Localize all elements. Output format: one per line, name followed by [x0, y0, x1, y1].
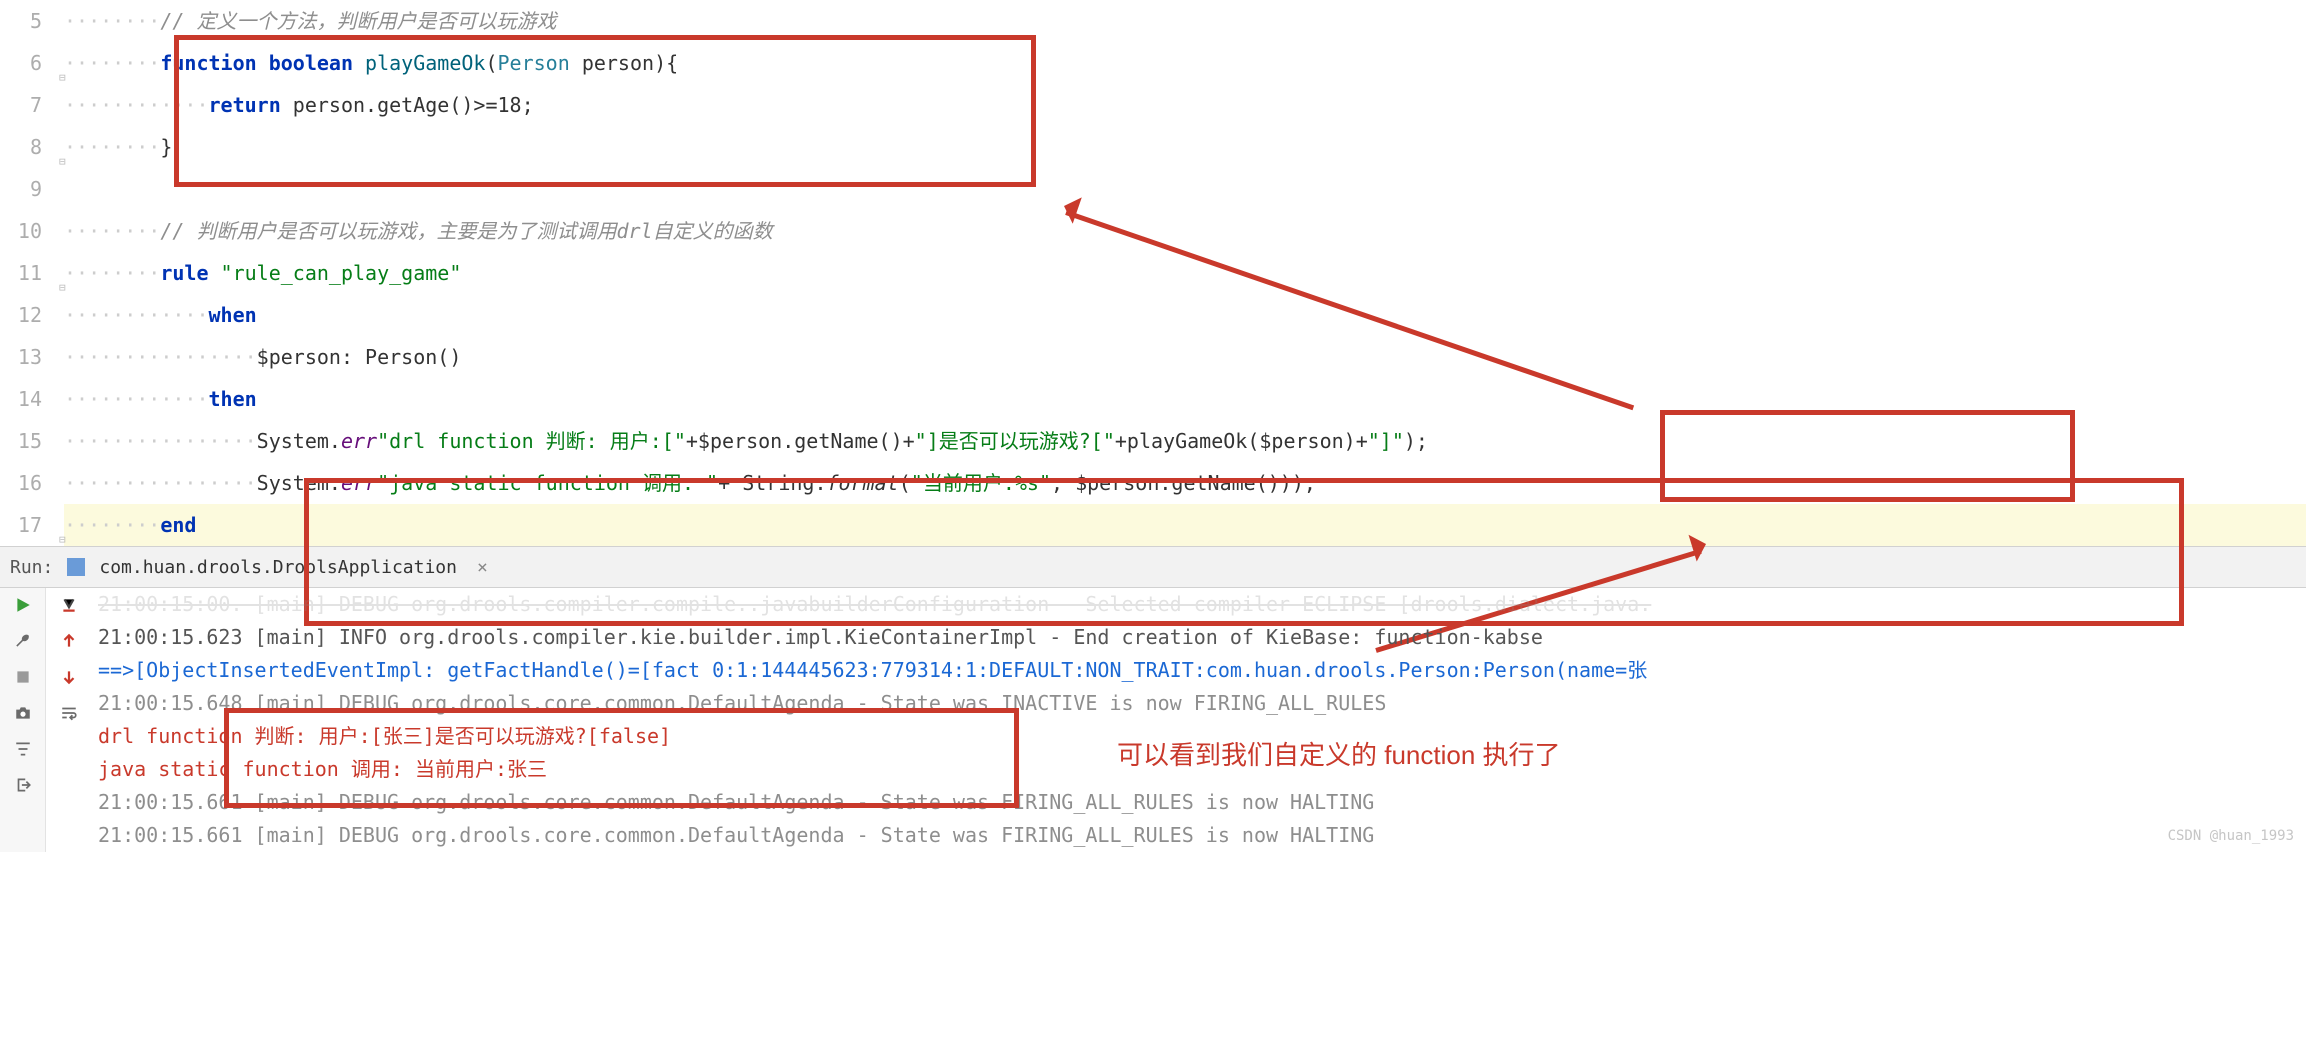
line-7[interactable]: ············return person.getAge()>=18;: [64, 84, 2306, 126]
watermark: CSDN @huan_1993: [2168, 825, 2294, 848]
arrow-down-icon[interactable]: [60, 668, 78, 686]
fold-icon[interactable]: ⊟: [59, 267, 71, 279]
line-gutter: 5 6 7 8 9 10 11 12 13 14 15 16 17: [0, 0, 56, 546]
line-15[interactable]: ················System.err"drl function …: [64, 420, 2306, 462]
annotation-text: 可以看到我们自定义的 function 执行了: [1117, 734, 1561, 777]
line-10[interactable]: ········// 判断用户是否可以玩游戏，主要是为了测试调用drl自定义的函…: [64, 210, 2306, 252]
line-12[interactable]: ············when: [64, 294, 2306, 336]
run-tool-column-2: [46, 588, 92, 852]
console-line: 21:00:15:00. [main] DEBUG org.drools.com…: [98, 588, 2300, 621]
exit-icon[interactable]: [14, 776, 32, 794]
code-editor[interactable]: 5 6 7 8 9 10 11 12 13 14 15 16 17 ······…: [0, 0, 2306, 546]
line-16[interactable]: ················System.err"java static f…: [64, 462, 2306, 504]
arrow-up-icon[interactable]: [60, 632, 78, 650]
line-6[interactable]: ⊟········function boolean playGameOk(Per…: [64, 42, 2306, 84]
line-13[interactable]: ················$person: Person(): [64, 336, 2306, 378]
line-8[interactable]: ⊟········}: [64, 126, 2306, 168]
console-line: 21:00:15.623 [main] INFO org.drools.comp…: [98, 621, 2300, 654]
run-icon[interactable]: [14, 596, 32, 614]
fold-icon[interactable]: ⊟: [59, 141, 71, 153]
stop-icon[interactable]: [14, 668, 32, 686]
line-17[interactable]: ⊟········end: [64, 504, 2306, 546]
line-11[interactable]: ⊟········rule "rule_can_play_game": [64, 252, 2306, 294]
camera-icon[interactable]: [14, 704, 32, 722]
fold-icon[interactable]: ⊟: [59, 519, 71, 531]
line-9[interactable]: [64, 168, 2306, 210]
code-body[interactable]: ········// 定义一个方法，判断用户是否可以玩游戏 ⊟········f…: [56, 0, 2306, 546]
run-panel: 21:00:15:00. [main] DEBUG org.drools.com…: [0, 588, 2306, 852]
app-icon: [67, 558, 85, 576]
wrench-icon[interactable]: [14, 632, 32, 650]
run-tab[interactable]: com.huan.drools.DroolsApplication: [99, 554, 457, 581]
console-line: 21:00:15.661 [main] DEBUG org.drools.cor…: [98, 819, 2300, 852]
console-line: ==>[ObjectInsertedEventImpl: getFactHand…: [98, 654, 2300, 687]
filter-icon[interactable]: [14, 740, 32, 758]
fold-icon[interactable]: ⊟: [59, 57, 71, 69]
line-5[interactable]: ········// 定义一个方法，判断用户是否可以玩游戏: [64, 0, 2306, 42]
console-output[interactable]: 21:00:15:00. [main] DEBUG org.drools.com…: [92, 588, 2306, 852]
line-14[interactable]: ············then: [64, 378, 2306, 420]
run-label: Run:: [10, 554, 53, 581]
annotation-box-output: [224, 708, 1019, 808]
wrap-icon[interactable]: [60, 704, 78, 722]
run-toolbar: Run: com.huan.drools.DroolsApplication ×: [0, 546, 2306, 588]
underline-icon[interactable]: [60, 596, 78, 614]
run-tool-column: [0, 588, 46, 852]
close-icon[interactable]: ×: [477, 554, 488, 581]
